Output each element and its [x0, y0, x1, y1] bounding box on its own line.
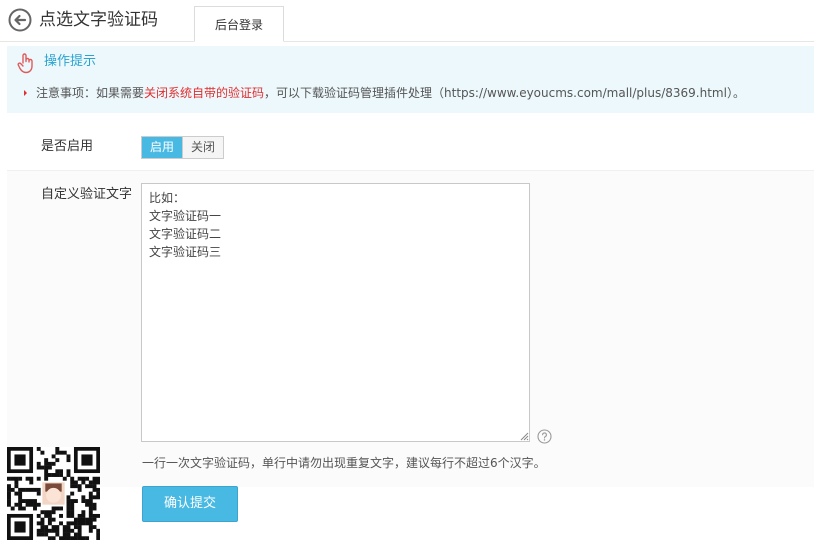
page-header: 点选文字验证码 后台登录 — [0, 0, 814, 42]
tab-admin-login[interactable]: 后台登录 — [194, 6, 284, 42]
custom-text-textarea[interactable]: 比如： 文字验证码一 文字验证码二 文字验证码三 — [141, 183, 530, 442]
tips-title: 操作提示 — [44, 54, 97, 69]
enable-toggle: 启用 关闭 — [141, 136, 225, 159]
custom-text-label: 自定义验证文字 — [41, 187, 133, 202]
qr-code-icon — [7, 447, 100, 540]
submit-button[interactable]: 确认提交 — [142, 486, 238, 522]
bullet-icon — [24, 89, 27, 96]
question-circle-icon[interactable] — [537, 429, 552, 444]
tips-panel: 操作提示 注意事项：如果需要关闭系统自带的验证码，可以下载验证码管理插件处理（h… — [7, 46, 814, 113]
resize-grip-icon[interactable] — [519, 431, 529, 441]
tips-note: 注意事项：如果需要关闭系统自带的验证码，可以下载验证码管理插件处理（https:… — [24, 84, 745, 102]
enable-off-button[interactable]: 关闭 — [182, 137, 224, 158]
page-title: 点选文字验证码 — [39, 10, 158, 30]
hand-pointer-icon — [17, 53, 33, 74]
enable-on-button[interactable]: 启用 — [142, 137, 183, 158]
tips-note-suffix: ，可以下载验证码管理插件处理（https://www.eyoucms.com/m… — [264, 86, 745, 100]
tips-note-prefix: 注意事项：如果需要 — [36, 86, 145, 100]
enable-label: 是否启用 — [41, 139, 94, 154]
tips-note-highlight: 关闭系统自带的验证码 — [144, 86, 265, 100]
custom-text-hint: 一行一次文字验证码，单行中请勿出现重复文字，建议每行不超过6个汉字。 — [142, 456, 546, 470]
back-arrow-icon[interactable] — [8, 8, 32, 32]
